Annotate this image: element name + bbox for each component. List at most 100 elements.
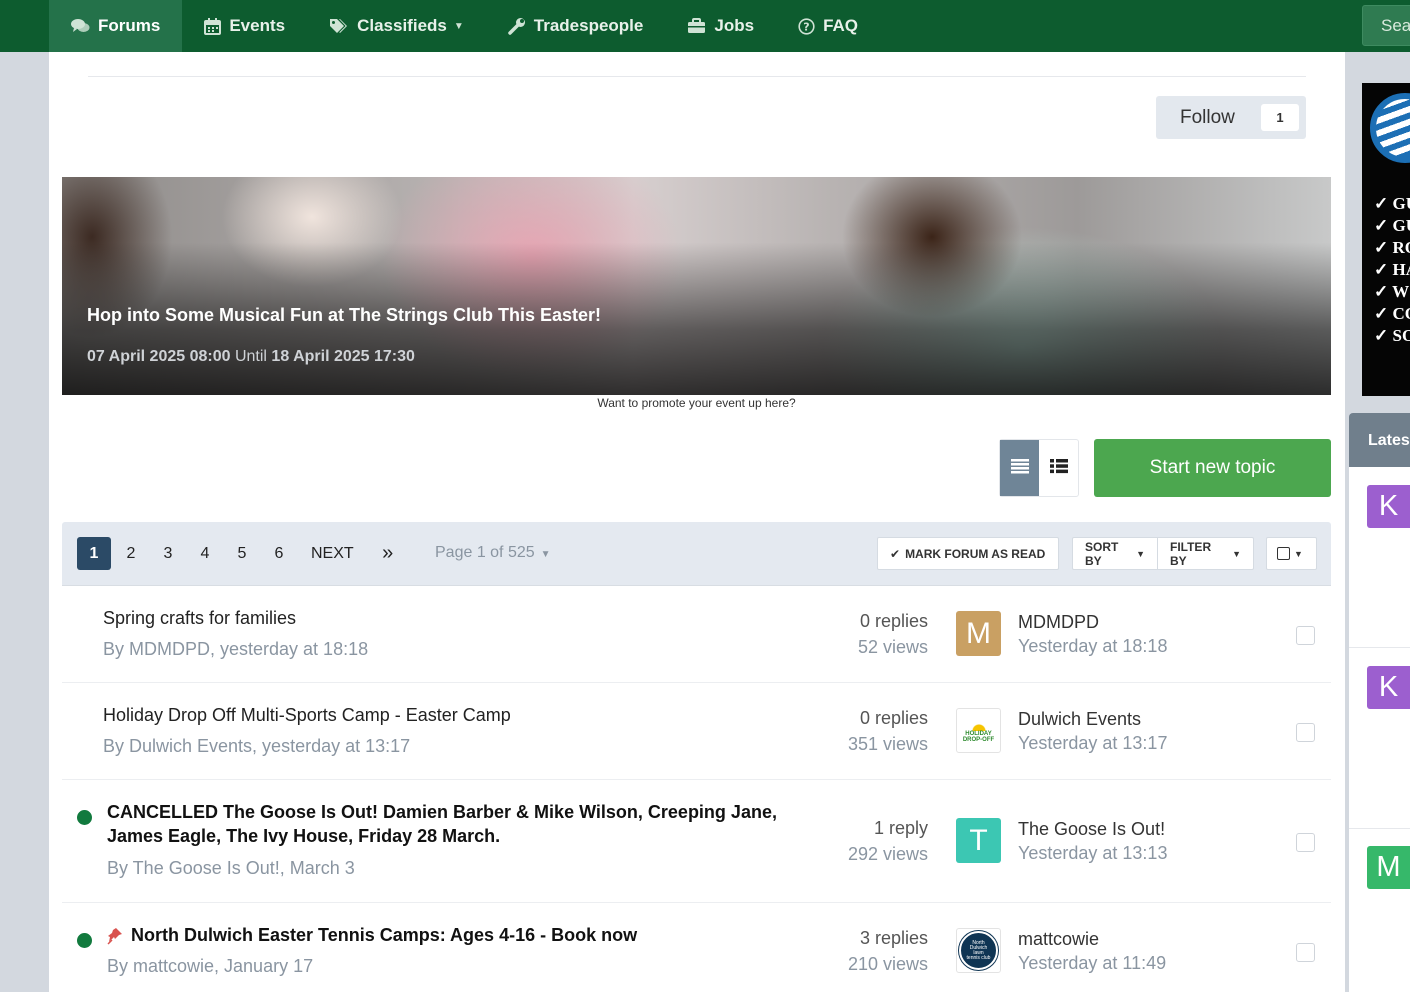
- avatar-logo-text: North Dulwich lawn tennis club: [966, 939, 991, 961]
- latest-posts-panel: [1349, 467, 1410, 992]
- nav-faq[interactable]: ? FAQ: [776, 0, 880, 52]
- topic-views: 351 views: [847, 734, 928, 754]
- topic-row: CANCELLED The Goose Is Out! Damien Barbe…: [62, 780, 1331, 903]
- topic-select-checkbox[interactable]: [1296, 723, 1315, 742]
- latest-posts-header: Lates: [1349, 413, 1410, 467]
- caret-down-icon: ▼: [1136, 548, 1145, 559]
- sidebar-avatar[interactable]: M: [1367, 846, 1410, 889]
- event-banner[interactable]: Hop into Some Musical Fun at The Strings…: [62, 177, 1331, 395]
- table-view-icon: [1010, 458, 1030, 479]
- calendar-icon: [204, 17, 222, 35]
- nav-items: Forums Events Classifieds ▼ Tradespeople: [49, 0, 880, 52]
- advert-line: ✓ SO: [1374, 326, 1410, 345]
- pagination-bar: 1 2 3 4 5 6 NEXT » Page 1 of 525 ▼ ✔ MARK…: [62, 522, 1331, 586]
- search-input[interactable]: Sea: [1362, 5, 1410, 46]
- page-jump-dropdown[interactable]: Page 1 of 525 ▼: [435, 544, 551, 562]
- sidebar-avatar[interactable]: K: [1367, 666, 1410, 709]
- nav-classifieds[interactable]: Classifieds ▼: [307, 0, 486, 52]
- nav-forums[interactable]: Forums: [49, 0, 183, 52]
- last-post-time[interactable]: Yesterday at 11:49: [1018, 953, 1166, 974]
- list-view-icon: [1049, 458, 1069, 479]
- follow-button[interactable]: Follow 1: [1156, 96, 1306, 139]
- last-post-time[interactable]: Yesterday at 18:18: [1018, 636, 1167, 657]
- checkbox-icon: [1277, 547, 1290, 560]
- select-topics-button[interactable]: ▼: [1266, 537, 1317, 570]
- nav-tradespeople[interactable]: Tradespeople: [486, 0, 666, 52]
- mark-forum-read-button[interactable]: ✔ MARK FORUM AS READ: [877, 537, 1059, 570]
- page-of-label: Page 1 of 525: [435, 544, 535, 561]
- avatar[interactable]: T: [956, 818, 1001, 863]
- caret-down-icon: ▼: [1232, 548, 1241, 559]
- nav-jobs[interactable]: Jobs: [665, 0, 776, 52]
- avatar[interactable]: North Dulwich lawn tennis club: [956, 928, 1001, 973]
- last-post-time[interactable]: Yesterday at 13:17: [1018, 733, 1167, 754]
- topic-title[interactable]: Spring crafts for families: [103, 608, 296, 629]
- caret-down-icon: ▼: [540, 549, 551, 560]
- question-circle-icon: ?: [798, 17, 815, 35]
- view-toggle: [999, 439, 1079, 497]
- nav-tradespeople-label: Tradespeople: [533, 16, 644, 35]
- page-6[interactable]: 6: [262, 537, 296, 570]
- avatar[interactable]: M: [956, 611, 1001, 656]
- last-poster-name[interactable]: Dulwich Events: [1018, 709, 1141, 730]
- unread-indicator-icon[interactable]: [77, 810, 92, 825]
- nav-events[interactable]: Events: [182, 0, 307, 52]
- page-3[interactable]: 3: [151, 537, 185, 570]
- topic-views: 210 views: [847, 954, 928, 974]
- forum-main-panel: Follow 1 Hop into Some Musical Fun at Th…: [49, 52, 1345, 992]
- topic-replies: 3 replies: [859, 928, 928, 948]
- pagination: 1 2 3 4 5 6 NEXT »: [77, 537, 408, 570]
- page-5[interactable]: 5: [225, 537, 259, 570]
- table-view-button[interactable]: [1000, 440, 1039, 496]
- sidebar-advert[interactable]: ✓ GU ✓ GU ✓ RO ✓ HA ✓ W ✓ CO ✓ SO: [1362, 83, 1410, 396]
- page-1[interactable]: 1: [77, 537, 111, 570]
- nav-events-label: Events: [229, 16, 286, 35]
- scrolled-title-remnant: [209, 52, 419, 56]
- sort-by-label: SORT BY: [1085, 539, 1119, 568]
- topic-byline: By Dulwich Events, yesterday at 13:17: [103, 736, 411, 756]
- topic-select-checkbox[interactable]: [1296, 626, 1315, 645]
- sort-by-button[interactable]: SORT BY ▼: [1072, 537, 1158, 570]
- nav-forums-label: Forums: [98, 16, 161, 35]
- avatar[interactable]: HOLIDAY DROP-OFF: [956, 708, 1001, 753]
- page-2[interactable]: 2: [114, 537, 148, 570]
- topic-title[interactable]: CANCELLED The Goose Is Out! Damien Barbe…: [107, 802, 777, 847]
- topic-byline: By mattcowie, January 17: [107, 956, 314, 976]
- topic-title[interactable]: North Dulwich Easter Tennis Camps: Ages …: [107, 925, 637, 946]
- topic-title[interactable]: Holiday Drop Off Multi-Sports Camp - Eas…: [103, 705, 511, 726]
- next-page-button[interactable]: NEXT: [301, 537, 364, 570]
- last-page-button[interactable]: »: [371, 537, 405, 570]
- topic-select-checkbox[interactable]: [1296, 833, 1315, 852]
- advert-line: ✓ W: [1374, 282, 1410, 301]
- follow-count: 1: [1261, 104, 1299, 131]
- caret-down-icon: ▼: [1294, 548, 1303, 559]
- last-poster-name[interactable]: MDMDPD: [1018, 612, 1099, 633]
- globe-icon: [1370, 93, 1410, 163]
- last-poster-name[interactable]: The Goose Is Out!: [1018, 819, 1165, 840]
- last-post-time[interactable]: Yesterday at 13:13: [1018, 843, 1167, 864]
- start-new-topic-button[interactable]: Start new topic: [1094, 439, 1331, 497]
- list-view-button[interactable]: [1039, 440, 1078, 496]
- topic-row: North Dulwich Easter Tennis Camps: Ages …: [62, 903, 1331, 992]
- tags-icon: [329, 18, 349, 34]
- briefcase-icon: [687, 18, 706, 34]
- promote-event-link[interactable]: Want to promote your event up here?: [62, 396, 1331, 410]
- topic-row: Spring crafts for families By MDMDPD, ye…: [62, 586, 1331, 683]
- event-title[interactable]: Hop into Some Musical Fun at The Strings…: [87, 305, 601, 326]
- wrench-icon: [508, 17, 526, 35]
- check-icon: ✔: [890, 546, 901, 561]
- topic-views: 292 views: [847, 844, 928, 864]
- unread-indicator-icon[interactable]: [77, 933, 92, 948]
- last-poster-name[interactable]: mattcowie: [1018, 929, 1099, 950]
- topic-title-line-1: CANCELLED The Goose Is Out! Damien Barbe…: [107, 802, 777, 822]
- nav-jobs-label: Jobs: [714, 16, 755, 35]
- filter-by-label: FILTER BY: [1170, 539, 1212, 568]
- topic-replies: 0 replies: [859, 611, 928, 631]
- topic-select-checkbox[interactable]: [1296, 943, 1315, 962]
- filter-by-button[interactable]: FILTER BY ▼: [1157, 537, 1254, 570]
- topic-row: Holiday Drop Off Multi-Sports Camp - Eas…: [62, 683, 1331, 780]
- sidebar-avatar[interactable]: K: [1367, 485, 1410, 528]
- page-4[interactable]: 4: [188, 537, 222, 570]
- comments-icon: [71, 18, 90, 34]
- event-end: 18 April 2025 17:30: [271, 348, 415, 365]
